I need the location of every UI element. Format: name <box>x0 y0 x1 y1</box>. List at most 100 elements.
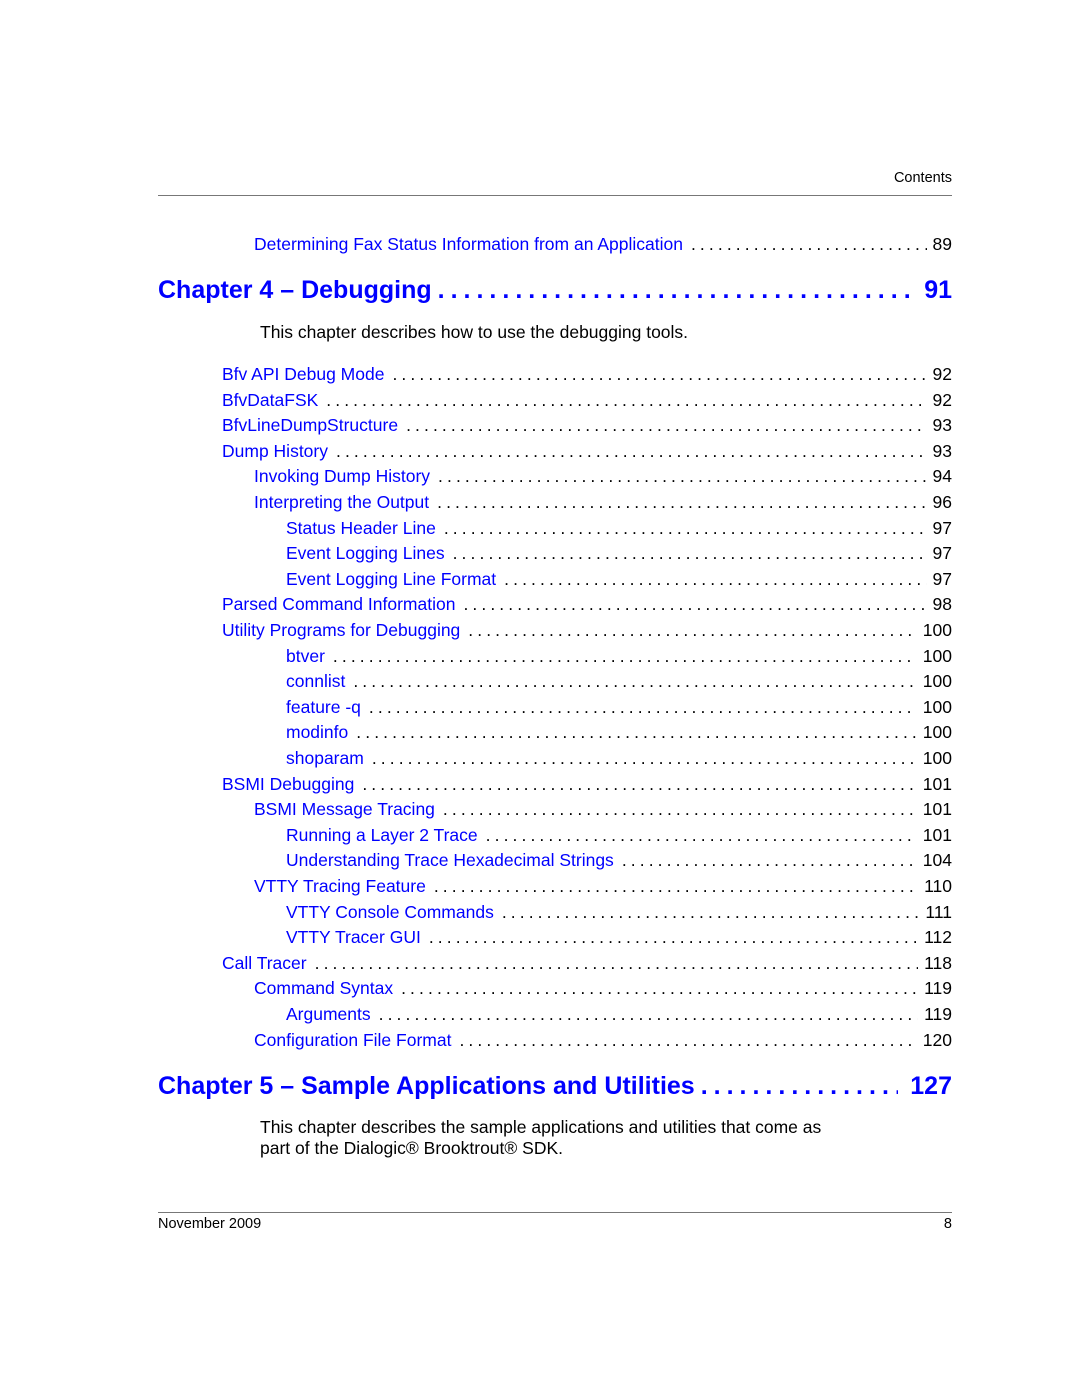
dot-leader: ........................................… <box>406 415 926 436</box>
toc-entry[interactable]: Interpreting the Output.................… <box>254 492 952 513</box>
dot-leader: ........................................… <box>368 696 917 717</box>
dot-leader: ........................................… <box>452 543 927 564</box>
toc-entry-page: 96 <box>932 492 952 512</box>
description-line: part of the Dialogic® Brooktrout® SDK. <box>260 1138 564 1158</box>
toc-entry-title[interactable]: Command Syntax <box>254 978 401 999</box>
toc-entry-page: 92 <box>932 364 952 384</box>
dot-leader: ........................................… <box>362 773 917 794</box>
toc-entry-page: 100 <box>922 722 952 743</box>
dot-leader: ........................................… <box>443 517 927 538</box>
toc-entry-title[interactable]: shoparam <box>286 748 372 769</box>
chapter-4-heading[interactable]: Chapter 4 – Debugging ..................… <box>158 276 952 305</box>
dot-leader: ........................................… <box>437 492 926 512</box>
dot-leader: ........................................… <box>485 824 917 845</box>
toc-entry-title[interactable]: connlist <box>286 671 353 692</box>
chapter-page: 127 <box>910 1072 952 1100</box>
toc-entry[interactable]: Status Header Line......................… <box>286 518 952 539</box>
dot-leader: ........................................… <box>326 389 927 410</box>
toc-entry[interactable]: VTTY Console Commands...................… <box>286 902 952 923</box>
toc-entry[interactable]: btver...................................… <box>286 646 952 667</box>
toc-entry[interactable]: Command Syntax..........................… <box>254 978 952 999</box>
toc-entry[interactable]: BSMI Debugging..........................… <box>222 774 952 795</box>
toc-entry-title[interactable]: Utility Programs for Debugging <box>222 620 468 641</box>
chapter-title[interactable]: Chapter 5 – Sample Applications and Util… <box>158 1072 695 1101</box>
toc-entry-title[interactable]: BSMI Debugging <box>222 774 362 795</box>
toc-entry-page: 101 <box>922 799 952 820</box>
toc-entry-title[interactable]: Invoking Dump History <box>254 466 438 487</box>
footer-page-number: 8 <box>943 1216 952 1232</box>
toc-entry-title[interactable]: Status Header Line <box>286 518 444 539</box>
toc-entry[interactable]: Configuration File Format...............… <box>254 1030 952 1051</box>
toc-entry[interactable]: Parsed Command Information..............… <box>222 594 952 615</box>
dot-leader: ........................................… <box>401 978 918 999</box>
toc-entry[interactable]: Arguments...............................… <box>286 1004 952 1025</box>
description-line: This chapter describes the sample applic… <box>260 1117 822 1137</box>
toc-entry[interactable]: VTTY Tracer GUI.........................… <box>286 927 952 948</box>
dot-leader: ........................................… <box>356 722 917 743</box>
dot-leader: ........................................… <box>700 1072 899 1100</box>
toc-entry-page: 110 <box>924 876 952 896</box>
toc-entry-page: 111 <box>925 901 952 922</box>
toc-entry[interactable]: BfvLineDumpStructure....................… <box>222 415 952 436</box>
toc-entry[interactable]: Dump History............................… <box>222 441 952 462</box>
chapter-title[interactable]: Chapter 4 – Debugging <box>158 276 432 305</box>
toc-entry-title[interactable]: Running a Layer 2 Trace <box>286 825 486 846</box>
toc-entry[interactable]: BfvDataFSK..............................… <box>222 390 952 411</box>
chapter-5-heading[interactable]: Chapter 5 – Sample Applications and Util… <box>158 1072 952 1101</box>
toc-entry-title[interactable]: VTTY Tracing Feature <box>254 876 434 897</box>
dot-leader: ........................................… <box>353 671 916 692</box>
toc-entry-title[interactable]: btver <box>286 646 333 667</box>
toc-entry-page: 94 <box>932 466 952 487</box>
toc-entry-title[interactable]: Call Tracer <box>222 953 315 974</box>
dot-leader: ........................................… <box>433 876 918 896</box>
toc-entry[interactable]: Invoking Dump History...................… <box>254 466 952 487</box>
toc-entry-title[interactable]: modinfo <box>286 722 356 743</box>
toc-entry-title[interactable]: VTTY Tracer GUI <box>286 927 429 948</box>
toc-entry[interactable]: Determining Fax Status Information from … <box>254 234 952 255</box>
toc-entry-title[interactable]: Configuration File Format <box>254 1030 459 1051</box>
toc-entry[interactable]: connlist................................… <box>286 671 952 692</box>
toc-entry-page: 101 <box>922 773 952 794</box>
running-header: Contents <box>893 170 952 186</box>
toc-entry-title[interactable]: feature -q <box>286 697 369 718</box>
toc-entry[interactable]: shoparam................................… <box>286 748 952 769</box>
toc-entry[interactable]: Event Logging Lines.....................… <box>286 543 952 564</box>
toc-entry-title[interactable]: BfvDataFSK <box>222 390 326 411</box>
toc-entry-page: 100 <box>922 645 952 666</box>
toc-entry[interactable]: Bfv API Debug Mode......................… <box>222 364 952 385</box>
dot-leader: ........................................… <box>504 568 927 589</box>
toc-entry[interactable]: BSMI Message Tracing....................… <box>254 799 952 820</box>
chapter-page: 91 <box>924 276 952 304</box>
toc-entry-title[interactable]: BfvLineDumpStructure <box>222 415 406 436</box>
dot-leader: ........................................… <box>378 1004 918 1024</box>
toc-entry-title[interactable]: Event Logging Lines <box>286 543 453 564</box>
toc-entry[interactable]: Understanding Trace Hexadecimal Strings.… <box>286 850 952 871</box>
footer: November 2009 8 <box>158 1216 952 1232</box>
dot-leader: ........................................… <box>459 1029 917 1050</box>
toc-entry[interactable]: Event Logging Line Format...............… <box>286 569 952 590</box>
toc-entry-title[interactable]: Arguments <box>286 1004 379 1025</box>
dot-leader: ........................................… <box>468 620 917 640</box>
toc-entry-title[interactable]: Parsed Command Information <box>222 594 463 615</box>
toc-entry[interactable]: Call Tracer.............................… <box>222 953 952 974</box>
chapter-description: This chapter describes the sample applic… <box>260 1117 821 1159</box>
toc-entry-page: 100 <box>922 696 952 717</box>
toc-entry-title[interactable]: Interpreting the Output <box>254 492 437 513</box>
toc-entry-title[interactable]: Dump History <box>222 441 336 462</box>
toc-entry-page: 101 <box>922 824 952 845</box>
toc-entry-title[interactable]: VTTY Console Commands <box>286 902 502 923</box>
toc-entry-page: 93 <box>932 415 952 436</box>
toc-entry-page: 97 <box>932 568 952 589</box>
toc-entry[interactable]: feature -q..............................… <box>286 697 952 718</box>
toc-entry-title[interactable]: Determining Fax Status Information from … <box>254 234 691 255</box>
toc-entry[interactable]: Running a Layer 2 Trace.................… <box>286 825 952 846</box>
toc-entry[interactable]: modinfo.................................… <box>286 722 952 743</box>
toc-entry-title[interactable]: Bfv API Debug Mode <box>222 364 392 385</box>
toc-entry-page: 120 <box>922 1029 952 1050</box>
toc-entry-title[interactable]: Understanding Trace Hexadecimal Strings <box>286 850 622 871</box>
toc-entry-title[interactable]: BSMI Message Tracing <box>254 799 443 820</box>
toc-entry[interactable]: VTTY Tracing Feature....................… <box>254 876 952 897</box>
toc-entry-title[interactable]: Event Logging Line Format <box>286 569 504 590</box>
toc-entry-page: 100 <box>922 671 952 692</box>
toc-entry[interactable]: Utility Programs for Debugging..........… <box>222 620 952 641</box>
